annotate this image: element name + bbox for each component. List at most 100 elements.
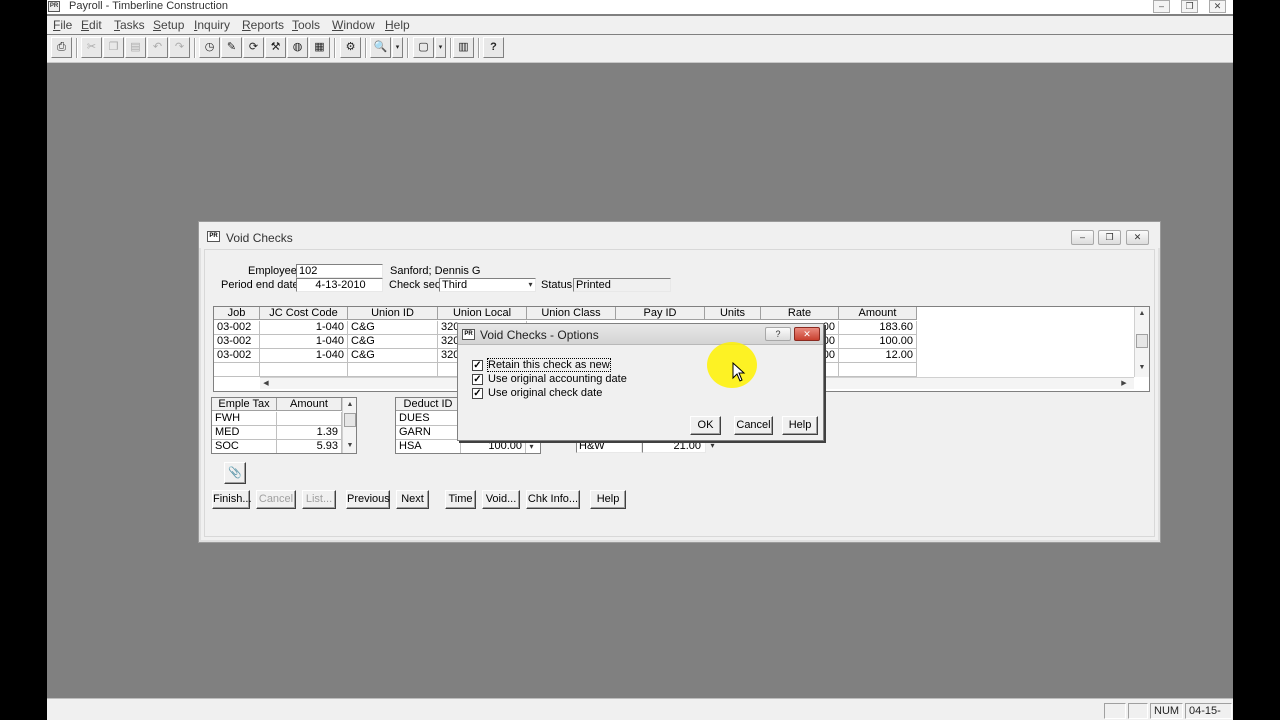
table-cell-deduct-id[interactable]: HSA	[396, 440, 461, 453]
page-dropdown-icon[interactable]: ▾	[435, 37, 446, 58]
table-cell-cost-code[interactable]: 1-040	[260, 321, 348, 335]
table-cell-amount[interactable]: 183.60	[839, 321, 917, 335]
col-header-deduct-id[interactable]: Deduct ID	[396, 398, 461, 411]
check-seq-select[interactable]: Third	[439, 278, 536, 292]
original-check-date-checkbox[interactable]: ✓	[472, 388, 483, 399]
copy-icon[interactable]: ❐	[103, 37, 124, 58]
table-cell-empty[interactable]	[260, 363, 348, 377]
minimize-button[interactable]: –	[1153, 0, 1170, 13]
scroll-up-icon[interactable]: ▲	[1135, 307, 1149, 320]
col-header-units[interactable]: Units	[705, 307, 761, 320]
table-cell-amount[interactable]: 100.00	[839, 335, 917, 349]
col-header-union-class[interactable]: Union Class	[527, 307, 616, 320]
benefit-amount-cell[interactable]: 21.00	[642, 439, 706, 453]
menu-tools[interactable]: Tools	[292, 18, 320, 32]
refresh-icon[interactable]: ⟳	[243, 37, 264, 58]
menu-file[interactable]: File	[53, 18, 72, 32]
benefit-id-cell[interactable]: H&W	[576, 439, 642, 453]
original-check-date-label[interactable]: Use original check date	[488, 387, 602, 399]
context-help-icon[interactable]: ?	[483, 37, 504, 58]
menu-inquiry[interactable]: Inquiry	[194, 18, 230, 32]
retain-as-new-checkbox[interactable]: ✓	[472, 360, 483, 371]
col-header-pay-id[interactable]: Pay ID	[616, 307, 705, 320]
original-accounting-date-label[interactable]: Use original accounting date	[488, 373, 627, 385]
void-button[interactable]: Void...	[482, 490, 520, 509]
preview-dropdown-icon[interactable]: ▾	[392, 37, 403, 58]
table-cell-tax[interactable]: FWH	[212, 412, 277, 426]
page-icon[interactable]: ▢	[413, 37, 434, 58]
col-header-job[interactable]: Job	[214, 307, 260, 320]
col-header-union-id[interactable]: Union ID	[348, 307, 438, 320]
col-header-cost-code[interactable]: JC Cost Code	[260, 307, 348, 320]
ok-button[interactable]: OK	[690, 416, 721, 435]
menu-help[interactable]: Help	[385, 18, 410, 32]
chk-info-button[interactable]: Chk Info...	[526, 490, 580, 509]
menu-edit[interactable]: Edit	[81, 18, 102, 32]
gear-icon[interactable]: ⚙	[340, 37, 361, 58]
table-cell-job[interactable]: 03-002	[214, 335, 260, 349]
scroll-thumb[interactable]	[1136, 334, 1148, 348]
table-cell-tax[interactable]: MED	[212, 426, 277, 440]
table-cell-tax-amount[interactable]: 5.93	[277, 440, 342, 453]
report-icon[interactable]: ▦	[309, 37, 330, 58]
time-button[interactable]: Time	[445, 490, 476, 509]
col-header-emple-tax[interactable]: Emple Tax	[212, 398, 277, 411]
col-header-amount[interactable]: Amount	[839, 307, 917, 320]
col-header-union-local[interactable]: Union Local	[438, 307, 527, 320]
clock-icon[interactable]: ◷	[199, 37, 220, 58]
table-cell-empty[interactable]	[839, 363, 917, 377]
table-cell-empty[interactable]	[348, 363, 438, 377]
options-cancel-button[interactable]: Cancel	[734, 416, 773, 435]
table-cell-job[interactable]: 03-002	[214, 349, 260, 363]
cut-icon[interactable]: ✂	[81, 37, 102, 58]
table-cell-cost-code[interactable]: 1-040	[260, 335, 348, 349]
menu-window[interactable]: Window	[332, 18, 375, 32]
restore-button[interactable]: ❐	[1181, 0, 1198, 13]
table-cell-deduct-amount[interactable]: 100.00	[461, 440, 526, 453]
cancel-button[interactable]: Cancel	[256, 490, 296, 509]
next-button[interactable]: Next	[396, 490, 429, 509]
table-cell-deduct-id[interactable]: DUES	[396, 412, 461, 426]
table-cell-amount[interactable]: 12.00	[839, 349, 917, 363]
table-cell-deduct-id[interactable]: GARN	[396, 426, 461, 440]
list-button[interactable]: List...	[302, 490, 336, 509]
preview-icon[interactable]: 🔍	[370, 37, 391, 58]
close-app-button[interactable]: ✕	[1209, 0, 1226, 13]
menu-tasks[interactable]: Tasks	[114, 18, 145, 32]
chevron-down-icon[interactable]: ▾	[707, 440, 718, 452]
table-cell-union-id[interactable]: C&G	[348, 321, 438, 335]
table-cell-union-id[interactable]: C&G	[348, 335, 438, 349]
table-cell-tax-amount[interactable]	[277, 412, 342, 426]
scroll-up-icon[interactable]: ▲	[343, 398, 356, 411]
grid-vertical-scrollbar[interactable]: ▲ ▼	[1134, 307, 1149, 377]
retain-as-new-label[interactable]: Retain this check as new	[487, 358, 611, 372]
chevron-down-icon[interactable]: ▾	[525, 279, 536, 291]
employee-tax-grid[interactable]: Emple Tax Amount FWH MED 1.39 SOC 5.93 ▲…	[211, 397, 357, 454]
table-cell-tax[interactable]: SOC	[212, 440, 277, 453]
edit-icon[interactable]: ✎	[221, 37, 242, 58]
attachment-icon[interactable]: 📎	[224, 462, 246, 484]
menu-reports[interactable]: Reports	[242, 18, 284, 32]
chevron-down-icon[interactable]: ▾	[526, 441, 537, 453]
options-close-button[interactable]: ✕	[794, 327, 820, 341]
globe-icon[interactable]: ◍	[287, 37, 308, 58]
employee-field[interactable]: 102	[296, 264, 383, 278]
col-header-tax-amount[interactable]: Amount	[277, 398, 342, 411]
scroll-down-icon[interactable]: ▼	[1135, 361, 1149, 374]
table-cell-empty[interactable]	[214, 363, 260, 377]
context-help-button[interactable]: ?	[765, 327, 791, 341]
table-cell-job[interactable]: 03-002	[214, 321, 260, 335]
table-cell-union-id[interactable]: C&G	[348, 349, 438, 363]
table-cell-tax-amount[interactable]: 1.39	[277, 426, 342, 440]
tax-grid-scrollbar[interactable]: ▲ ▼	[342, 398, 356, 453]
period-end-field[interactable]: 4-13-2010	[296, 278, 383, 292]
vc-close-button[interactable]: ✕	[1126, 230, 1149, 245]
table-cell-cost-code[interactable]: 1-040	[260, 349, 348, 363]
options-help-button[interactable]: Help	[782, 416, 818, 435]
vc-maximize-button[interactable]: ❐	[1098, 230, 1121, 245]
paste-icon[interactable]: ▤	[125, 37, 146, 58]
print-icon[interactable]: ⎙	[51, 37, 72, 58]
undo-icon[interactable]: ↶	[147, 37, 168, 58]
previous-button[interactable]: Previous	[346, 490, 390, 509]
scroll-left-icon[interactable]: ◀	[260, 378, 272, 390]
